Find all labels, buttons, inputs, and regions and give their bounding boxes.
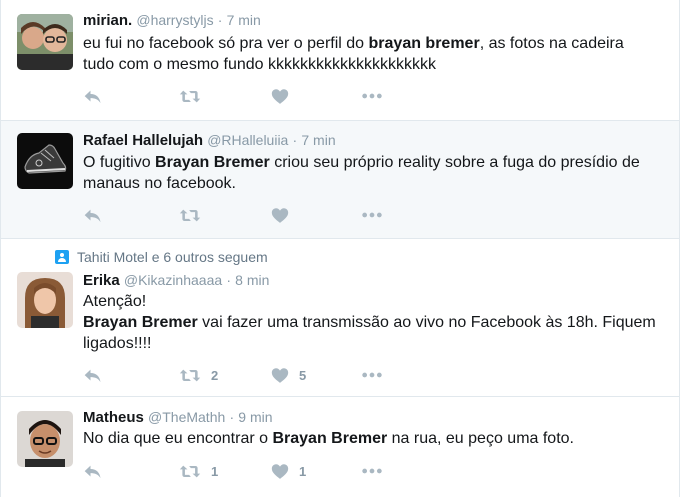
social-context[interactable]: Tahiti Motel e 6 outros seguem [55, 249, 268, 265]
separator: · [292, 132, 298, 148]
tweet-text: Atenção! Brayan Bremer vai fazer uma tra… [83, 291, 659, 354]
text-line: Brayan Bremer vai fazer uma transmissão … [83, 312, 659, 354]
more-icon [361, 371, 383, 379]
author-handle[interactable]: @RHalleluiia [207, 132, 288, 148]
like-button[interactable] [271, 85, 299, 107]
tweet-rafael[interactable]: Rafael Hallelujah @RHalleluiia · 7 min O… [1, 121, 679, 239]
like-button[interactable] [271, 204, 299, 226]
retweet-icon [179, 88, 201, 105]
user-photo-icon [17, 14, 73, 70]
text-segment: eu fui no facebook só pra ver o perfil d… [83, 35, 369, 52]
author-name[interactable]: mirian. [83, 12, 132, 29]
tweet-header: mirian. @harrystyljs · 7 min [83, 12, 261, 29]
social-context-text: Tahiti Motel e 6 outros seguem [77, 249, 268, 265]
sneaker-photo-icon [17, 133, 73, 189]
tweet-actions: 2 5 [83, 364, 403, 386]
highlight-term: Brayan Bremer [155, 154, 270, 171]
tweet-text: eu fui no facebook só pra ver o perfil d… [83, 33, 659, 75]
timeline: mirian. @harrystyljs · 7 min eu fui no f… [0, 0, 680, 497]
author-name[interactable]: Rafael Hallelujah [83, 132, 203, 149]
retweet-button[interactable] [179, 85, 211, 107]
retweet-icon [179, 463, 201, 480]
reply-icon [83, 207, 103, 224]
more-button[interactable] [361, 364, 383, 386]
text-segment: na rua, eu peço uma foto. [387, 430, 574, 447]
retweet-button[interactable]: 1 [179, 460, 218, 482]
tweet-mirian[interactable]: mirian. @harrystyljs · 7 min eu fui no f… [1, 0, 679, 121]
separator: · [226, 272, 231, 288]
more-button[interactable] [361, 204, 383, 226]
text-line: Atenção! [83, 293, 147, 310]
reply-icon [83, 463, 103, 480]
tweet-header: Rafael Hallelujah @RHalleluiia · 7 min [83, 132, 336, 149]
heart-icon [271, 367, 289, 384]
retweet-button[interactable]: 2 [179, 364, 218, 386]
tweet-actions [83, 85, 403, 107]
timestamp[interactable]: 8 min [235, 272, 269, 288]
heart-icon [271, 463, 289, 480]
separator: · [217, 12, 223, 28]
timestamp[interactable]: 9 min [238, 409, 272, 425]
text-segment: No dia que eu encontrar o [83, 430, 273, 447]
heart-icon [271, 207, 289, 224]
tweet-text: No dia que eu encontrar o Brayan Bremer … [83, 428, 659, 449]
more-icon [361, 467, 383, 475]
more-button[interactable] [361, 85, 383, 107]
heart-icon [271, 88, 289, 105]
highlight-term: Brayan Bremer [83, 314, 198, 331]
timestamp[interactable]: 7 min [301, 132, 335, 148]
reply-button[interactable] [83, 364, 103, 386]
retweet-count: 1 [211, 463, 219, 479]
retweet-icon [179, 207, 201, 224]
tweet-erika[interactable]: Tahiti Motel e 6 outros seguem Erika @Ki… [1, 239, 679, 397]
text-segment: O fugitivo [83, 154, 156, 171]
author-handle[interactable]: @harrystyljs [136, 12, 213, 28]
highlight-term: brayan bremer [368, 35, 480, 52]
more-button[interactable] [361, 460, 383, 482]
like-button[interactable]: 5 [271, 364, 306, 386]
tweet-header: Erika @Kikazinhaaaa · 8 min [83, 272, 269, 289]
retweet-icon [179, 367, 201, 384]
avatar[interactable] [17, 411, 73, 467]
highlight-term: Brayan Bremer [272, 430, 388, 447]
tweet-actions [83, 204, 403, 226]
user-photo-icon [17, 411, 73, 467]
more-icon [361, 211, 383, 219]
like-count: 5 [299, 367, 307, 383]
timestamp[interactable]: 7 min [227, 12, 261, 28]
retweet-button[interactable] [179, 204, 211, 226]
user-photo-icon [17, 272, 73, 328]
avatar[interactable] [17, 272, 73, 328]
reply-button[interactable] [83, 204, 103, 226]
like-button[interactable]: 1 [271, 460, 306, 482]
separator: · [229, 409, 235, 425]
avatar[interactable] [17, 14, 73, 70]
tweet-actions: 1 1 [83, 460, 403, 482]
retweet-count: 2 [211, 367, 219, 383]
author-handle[interactable]: @Kikazinhaaaa [124, 272, 222, 288]
like-count: 1 [299, 463, 307, 479]
author-name[interactable]: Erika [83, 272, 120, 289]
author-name[interactable]: Matheus [83, 409, 144, 426]
reply-button[interactable] [83, 460, 103, 482]
follow-context-icon [55, 250, 69, 264]
reply-icon [83, 367, 103, 384]
more-icon [361, 92, 383, 100]
avatar[interactable] [17, 133, 73, 189]
tweet-matheus[interactable]: Matheus @TheMathh · 9 min No dia que eu … [1, 397, 679, 497]
reply-icon [83, 88, 103, 105]
tweet-text: O fugitivo Brayan Bremer criou seu própr… [83, 152, 659, 194]
tweet-header: Matheus @TheMathh · 9 min [83, 409, 273, 426]
author-handle[interactable]: @TheMathh [148, 409, 225, 425]
reply-button[interactable] [83, 85, 103, 107]
